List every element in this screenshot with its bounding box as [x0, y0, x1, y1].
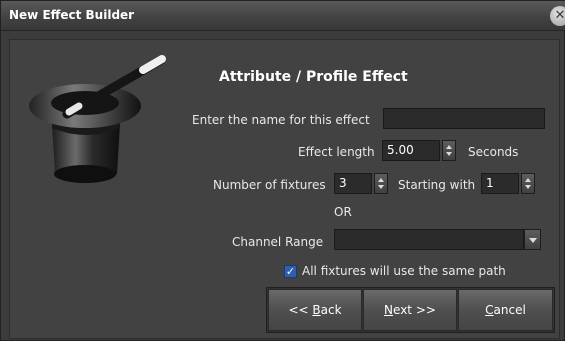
spin-down-icon[interactable]: [525, 185, 531, 189]
effect-length-unit: Seconds: [468, 145, 519, 159]
channel-range-label: Channel Range: [232, 235, 324, 249]
next-button-mnemonic: N: [384, 303, 394, 317]
chevron-down-icon[interactable]: [524, 229, 541, 250]
fixture-count-label: Number of fixtures: [213, 178, 326, 192]
back-button-prefix: <<: [288, 303, 313, 317]
next-button-label: ext >>: [393, 303, 436, 317]
fixture-count-input[interactable]: 3: [334, 173, 372, 194]
close-icon[interactable]: ✕: [550, 6, 565, 26]
next-button[interactable]: Next >>: [363, 289, 457, 331]
cancel-button-mnemonic: C: [485, 303, 494, 317]
page-heading: Attribute / Profile Effect: [219, 69, 408, 85]
effect-length-spinner[interactable]: [442, 140, 456, 161]
fixture-count-spinner[interactable]: [374, 173, 388, 194]
new-effect-builder-dialog: New Effect Builder ✕ Attribute / Profile…: [0, 0, 565, 341]
or-separator: OR: [334, 205, 352, 219]
starting-with-spinner[interactable]: [521, 173, 535, 194]
title-bar[interactable]: New Effect Builder ✕: [1, 1, 565, 31]
cancel-button[interactable]: Cancel: [458, 289, 553, 331]
effect-name-input[interactable]: [383, 108, 545, 129]
spin-up-icon[interactable]: [525, 178, 531, 182]
spin-down-icon[interactable]: [378, 185, 384, 189]
wizard-button-group: << Back Next >> Cancel: [266, 287, 555, 333]
magic-hat-icon: [29, 55, 166, 183]
starting-with-label: Starting with: [398, 178, 476, 192]
spin-down-icon[interactable]: [446, 152, 452, 156]
effect-name-label: Enter the name for this effect: [192, 113, 370, 127]
back-button[interactable]: << Back: [268, 289, 362, 331]
spin-up-icon[interactable]: [446, 145, 452, 149]
back-button-mnemonic: B: [312, 303, 321, 317]
effect-length-input[interactable]: 5.00: [382, 140, 440, 161]
channel-range-select[interactable]: [334, 229, 524, 250]
same-path-checkbox[interactable]: ✓: [284, 265, 297, 278]
same-path-label: All fixtures will use the same path: [302, 264, 506, 278]
spin-up-icon[interactable]: [378, 178, 384, 182]
starting-with-input[interactable]: 1: [481, 173, 519, 194]
cancel-button-label: ancel: [493, 303, 526, 317]
back-button-label: ack: [320, 303, 342, 317]
effect-length-label: Effect length: [298, 145, 375, 159]
window-title: New Effect Builder: [9, 8, 135, 22]
